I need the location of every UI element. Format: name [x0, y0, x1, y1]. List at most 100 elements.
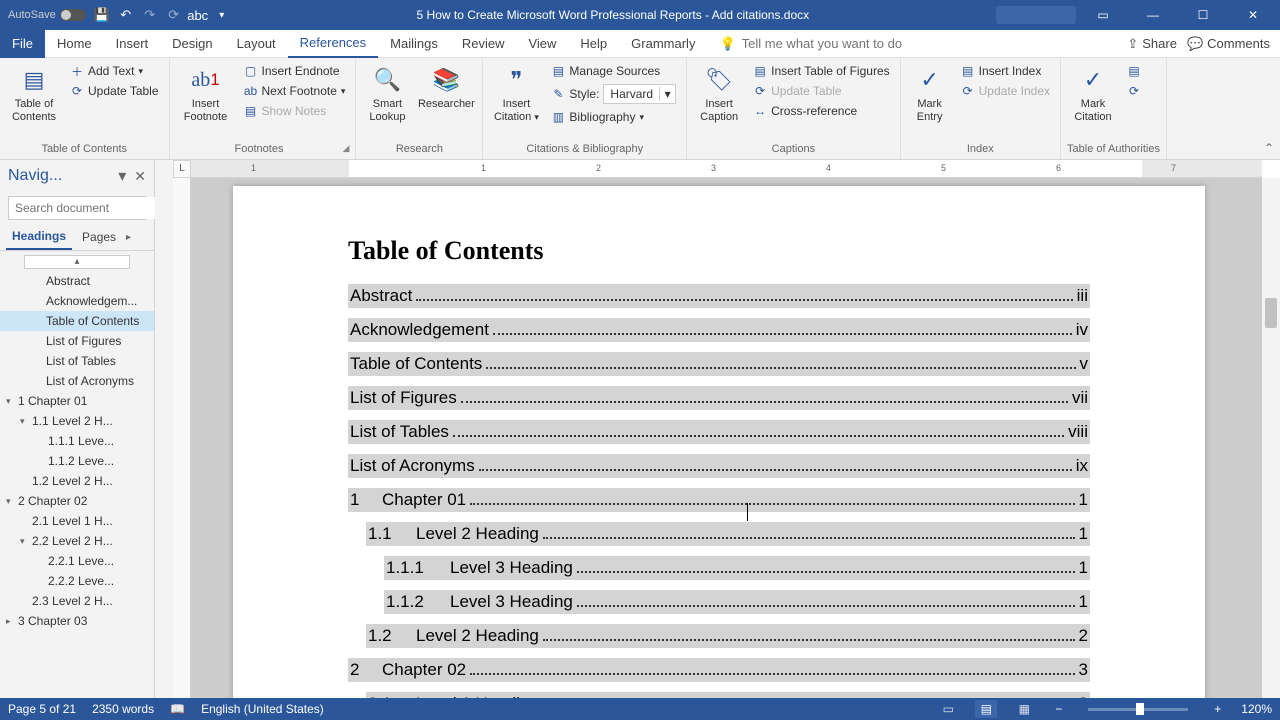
ribbon-display-icon[interactable]: ▭ — [1080, 0, 1126, 30]
nav-tree-item[interactable]: 2.3 Level 2 H... — [0, 591, 154, 611]
insert-tof-button[interactable]: ▤Insert Table of Figures — [749, 62, 894, 80]
bibliography-button[interactable]: ▥Bibliography ▾ — [547, 108, 680, 126]
scrollbar-thumb[interactable] — [1265, 298, 1277, 328]
nav-tree-item[interactable]: ▾1.1 Level 2 H... — [0, 411, 154, 431]
nav-search[interactable]: 🔍 ▾ — [8, 196, 146, 220]
tab-file[interactable]: File — [0, 30, 45, 58]
tree-twisty-icon[interactable]: ▾ — [20, 416, 32, 427]
vertical-ruler[interactable] — [173, 178, 191, 698]
insert-endnote-button[interactable]: ▢Insert Endnote — [240, 62, 350, 80]
tab-design[interactable]: Design — [160, 30, 224, 58]
cross-reference-button[interactable]: ↔Cross-reference — [749, 102, 894, 120]
tab-mailings[interactable]: Mailings — [378, 30, 450, 58]
view-web-layout-icon[interactable]: ▦ — [1013, 700, 1035, 718]
nav-tree-item[interactable]: 1.1.2 Leve... — [0, 451, 154, 471]
nav-search-input[interactable] — [9, 197, 176, 219]
nav-tree-item[interactable]: List of Figures — [0, 331, 154, 351]
nav-tree-item[interactable]: ▾2 Chapter 02 — [0, 491, 154, 511]
toc-entry[interactable]: List of Figuresvii — [348, 386, 1090, 410]
nav-close-button[interactable]: ✕ — [134, 168, 146, 185]
nav-tree-item[interactable]: 2.1 Level 1 H... — [0, 511, 154, 531]
chevron-down-icon[interactable]: ▾ — [659, 87, 675, 101]
zoom-level[interactable]: 120% — [1241, 702, 1272, 716]
spellcheck-icon[interactable]: abc — [190, 7, 206, 23]
tab-view[interactable]: View — [516, 30, 568, 58]
toc-entry[interactable]: Abstractiii — [348, 284, 1090, 308]
tell-me-search[interactable]: 💡 — [707, 36, 1127, 52]
nav-tree-item[interactable]: 2.2.1 Leve... — [0, 551, 154, 571]
status-page[interactable]: Page 5 of 21 — [8, 702, 76, 716]
add-text-button[interactable]: ＋Add Text ▾ — [66, 62, 163, 80]
document-area[interactable]: Table of Contents AbstractiiiAcknowledge… — [173, 178, 1262, 698]
toc-entry[interactable]: Table of Contentsv — [348, 352, 1090, 376]
tab-grammarly[interactable]: Grammarly — [619, 30, 707, 58]
tell-me-input[interactable] — [742, 36, 962, 51]
nav-tree-item[interactable]: List of Acronyms — [0, 371, 154, 391]
zoom-in-button[interactable]: + — [1210, 702, 1225, 716]
insert-footnote-button[interactable]: ab1 Insert Footnote — [176, 62, 236, 126]
insert-toa-button[interactable]: ▤ — [1123, 62, 1145, 80]
tab-layout[interactable]: Layout — [225, 30, 288, 58]
toc-entry[interactable]: 1.1Level 2 Heading1 — [366, 522, 1090, 546]
nav-tree-item[interactable]: 1.1.1 Leve... — [0, 431, 154, 451]
toc-entry[interactable]: 2Chapter 023 — [348, 658, 1090, 682]
tree-twisty-icon[interactable]: ▾ — [6, 496, 18, 507]
nav-tab-more-icon[interactable]: ▸ — [126, 232, 131, 243]
nav-tree-item[interactable]: List of Tables — [0, 351, 154, 371]
comments-button[interactable]: 💬Comments — [1187, 36, 1270, 52]
close-button[interactable]: ✕ — [1230, 0, 1276, 30]
tab-help[interactable]: Help — [568, 30, 619, 58]
toc-entry[interactable]: 1.1.1Level 3 Heading1 — [384, 556, 1090, 580]
save-icon[interactable]: 💾 — [94, 7, 110, 23]
mark-citation-button[interactable]: ✓ Mark Citation — [1067, 62, 1119, 126]
nav-tab-pages[interactable]: Pages — [76, 225, 122, 249]
share-button[interactable]: ⇪Share — [1127, 36, 1177, 52]
update-tof-button[interactable]: ⟳Update Table — [749, 82, 894, 100]
nav-tab-headings[interactable]: Headings — [6, 224, 72, 250]
undo-icon[interactable]: ↶ — [118, 7, 134, 23]
next-footnote-button[interactable]: abNext Footnote ▾ — [240, 82, 350, 100]
nav-jumpbar[interactable]: ▴ — [24, 255, 130, 269]
status-language[interactable]: English (United States) — [201, 702, 324, 716]
tree-twisty-icon[interactable]: ▾ — [20, 536, 32, 547]
toc-entry[interactable]: List of Acronymsix — [348, 454, 1090, 478]
view-read-mode-icon[interactable]: ▭ — [937, 700, 959, 718]
insert-citation-button[interactable]: ❞ Insert Citation ▾ — [489, 62, 543, 126]
nav-tree-item[interactable]: 1.2 Level 2 H... — [0, 471, 154, 491]
table-of-contents-button[interactable]: ▤ Table of Contents — [6, 62, 62, 126]
tab-insert[interactable]: Insert — [104, 30, 161, 58]
toc-entry[interactable]: 1.1.2Level 3 Heading1 — [384, 590, 1090, 614]
nav-tree-item[interactable]: Acknowledgem... — [0, 291, 154, 311]
update-index-button[interactable]: ⟳Update Index — [957, 82, 1054, 100]
toc-entry[interactable]: 1.2Level 2 Heading2 — [366, 624, 1090, 648]
sync-icon[interactable]: ⟳ — [166, 7, 182, 23]
dialog-launcher-icon[interactable]: ◢ — [342, 143, 349, 154]
maximize-button[interactable]: ☐ — [1180, 0, 1226, 30]
toc-entry[interactable]: 1Chapter 011 — [348, 488, 1090, 512]
nav-tree-item[interactable]: ▾1 Chapter 01 — [0, 391, 154, 411]
tab-home[interactable]: Home — [45, 30, 104, 58]
vertical-scrollbar[interactable] — [1262, 178, 1280, 698]
insert-index-button[interactable]: ▤Insert Index — [957, 62, 1054, 80]
citation-style-combo[interactable]: ✎ Style: Harvard▾ — [547, 82, 680, 106]
redo-icon[interactable]: ↷ — [142, 7, 158, 23]
update-table-button[interactable]: ⟳Update Table — [66, 82, 163, 100]
smart-lookup-button[interactable]: 🔍 Smart Lookup — [362, 62, 412, 126]
page[interactable]: Table of Contents AbstractiiiAcknowledge… — [233, 186, 1205, 698]
status-words[interactable]: 2350 words — [92, 702, 154, 716]
spellcheck-icon[interactable]: 📖 — [170, 702, 185, 716]
show-notes-button[interactable]: ▤Show Notes — [240, 102, 350, 120]
nav-tree-item[interactable]: 2.2.2 Leve... — [0, 571, 154, 591]
autosave-toggle[interactable]: AutoSave — [8, 9, 86, 21]
nav-tree-item[interactable]: ▾2.2 Level 2 H... — [0, 531, 154, 551]
researcher-button[interactable]: 📚 Researcher — [416, 62, 476, 113]
qat-dropdown-icon[interactable]: ▾ — [214, 7, 230, 23]
tab-references[interactable]: References — [288, 30, 378, 58]
insert-caption-button[interactable]: 🏷 Insert Caption — [693, 62, 745, 126]
collapse-ribbon-icon[interactable]: ⌃ — [1264, 141, 1274, 155]
nav-tree-item[interactable]: Abstract — [0, 271, 154, 291]
user-badge[interactable] — [996, 6, 1076, 24]
mark-entry-button[interactable]: ✓ Mark Entry — [907, 62, 953, 126]
tab-review[interactable]: Review — [450, 30, 517, 58]
minimize-button[interactable]: — — [1130, 0, 1176, 30]
